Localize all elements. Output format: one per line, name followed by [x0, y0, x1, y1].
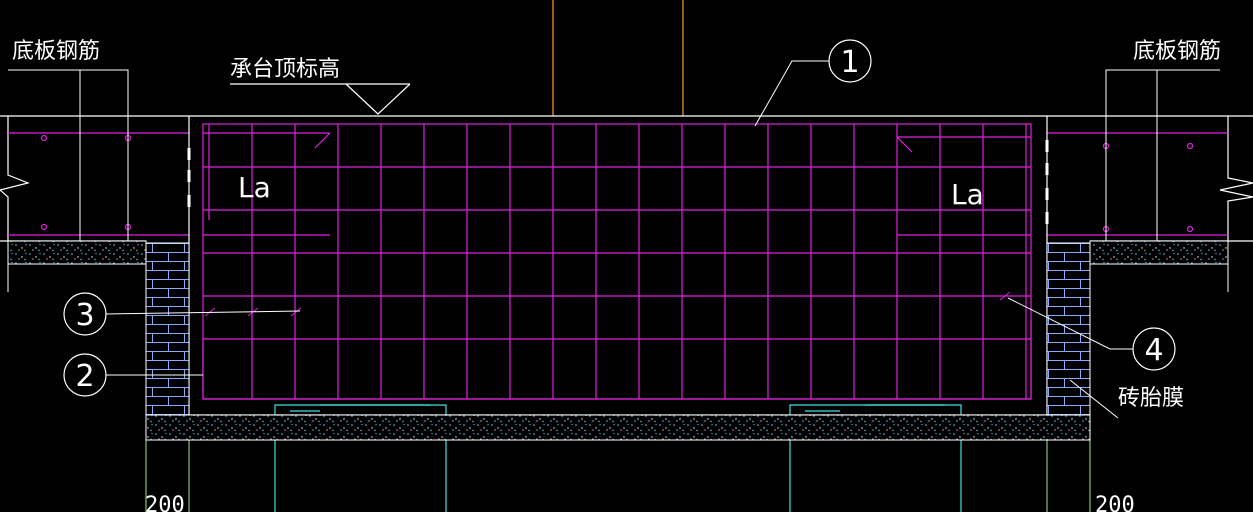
dimension-label-left: 200: [145, 493, 185, 512]
slab-rebar-label-right: 底板钢筋: [1133, 39, 1221, 64]
callout-2-number: 2: [75, 359, 94, 394]
slab-rebar-label-left: 底板钢筋: [12, 39, 100, 64]
construction-joints: [187, 140, 1049, 224]
slab-rebar-left: [8, 132, 189, 236]
callout-3-number: 3: [75, 298, 94, 333]
left-slab: [0, 115, 189, 242]
slab-rebar-dots: [40, 134, 1194, 233]
anchorage-length-label-left: La: [238, 171, 271, 204]
pile-cap-rebar-cage: [202, 123, 1032, 400]
cad-drawing: 底板钢筋 底板钢筋 承台顶标高 La La 砖胎膜 200 200 1 2 3 …: [0, 0, 1253, 512]
cap-top-elevation-label: 承台顶标高: [230, 57, 340, 82]
dimension-label-right: 200: [1095, 493, 1135, 512]
left-brick-membrane: [145, 242, 190, 416]
elevation-marker: [230, 83, 411, 115]
right-brick-membrane: [1046, 242, 1091, 416]
cap-bedding-concrete: [145, 414, 1091, 441]
slab-rebar-right: [1047, 132, 1228, 236]
dimension-lines: [145, 440, 1091, 512]
brick-membrane-label: 砖胎膜: [1118, 386, 1184, 411]
pile-cap-outline: [188, 115, 1048, 416]
right-bedding-concrete: [1089, 240, 1229, 265]
callout-4-number: 4: [1144, 333, 1163, 368]
left-bedding-concrete: [7, 240, 147, 265]
callout-1-number: 1: [840, 45, 859, 80]
right-slab: [1047, 115, 1253, 242]
anchorage-length-label-right: La: [951, 178, 984, 211]
